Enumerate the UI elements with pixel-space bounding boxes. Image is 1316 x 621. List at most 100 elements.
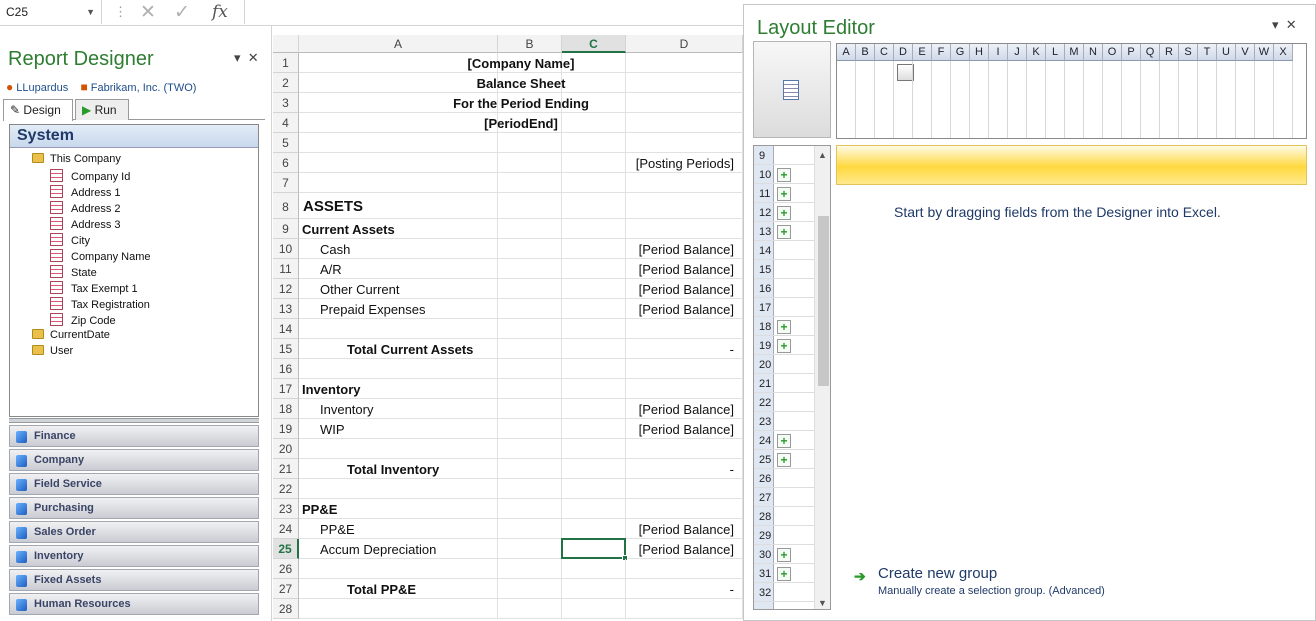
grid-cell[interactable]	[562, 219, 626, 239]
mini-column-header[interactable]: A	[837, 44, 856, 61]
row-list-item[interactable]: 29	[754, 526, 814, 545]
grid-cell[interactable]	[626, 559, 743, 579]
grid-cell[interactable]	[562, 579, 626, 599]
row-header[interactable]: 16	[273, 359, 299, 379]
row-list-item[interactable]: 14	[754, 241, 814, 260]
grid-cell[interactable]	[498, 419, 562, 439]
tree-field[interactable]: Address 3	[50, 217, 121, 231]
grid-cell[interactable]	[562, 439, 626, 459]
row-list-item[interactable]: 25 +	[754, 450, 814, 469]
row-header[interactable]: 3	[273, 93, 299, 113]
tree-folder[interactable]: CurrentDate	[32, 329, 110, 341]
grid-cell[interactable]	[562, 193, 626, 219]
row-header[interactable]: 10	[273, 239, 299, 259]
plus-icon[interactable]: +	[777, 187, 791, 201]
grid-cell[interactable]	[498, 459, 562, 479]
chevron-down-icon[interactable]: ▼	[818, 598, 827, 608]
row-header[interactable]: 14	[273, 319, 299, 339]
row-header[interactable]: 11	[273, 259, 299, 279]
grid-cell[interactable]	[562, 399, 626, 419]
mini-column-header[interactable]: L	[1046, 44, 1065, 61]
tree-field[interactable]: Tax Exempt 1	[50, 281, 138, 295]
grid-cell[interactable]	[626, 173, 743, 193]
tree-folder[interactable]: This Company	[32, 153, 121, 165]
layout-button[interactable]	[753, 41, 831, 138]
row-header[interactable]: 13	[273, 299, 299, 319]
grid-cell[interactable]	[562, 153, 626, 173]
mini-column-header[interactable]: R	[1160, 44, 1179, 61]
fx-icon[interactable]: fx	[212, 2, 228, 22]
grid-cell[interactable]	[498, 399, 562, 419]
chevron-down-icon[interactable]: ▾	[1272, 17, 1279, 32]
grid-cell[interactable]	[299, 319, 498, 339]
mini-column-header[interactable]: V	[1236, 44, 1255, 61]
grid-cell[interactable]	[498, 379, 562, 399]
grid-cell[interactable]	[562, 299, 626, 319]
select-all-corner[interactable]	[273, 35, 299, 53]
name-box[interactable]: C25 ▼	[0, 0, 102, 24]
category-company[interactable]: Company	[9, 449, 259, 471]
mini-column-header[interactable]: S	[1179, 44, 1198, 61]
row-header[interactable]: 12	[273, 279, 299, 299]
grid-cell[interactable]	[562, 279, 626, 299]
drop-zone-bar[interactable]	[836, 145, 1307, 185]
row-list-item[interactable]: 19 +	[754, 336, 814, 355]
grid-cell[interactable]	[498, 299, 562, 319]
grid-cell[interactable]	[562, 133, 626, 153]
grid-cell[interactable]	[299, 479, 498, 499]
grid-cell[interactable]	[498, 133, 562, 153]
row-header[interactable]: 9	[273, 219, 299, 239]
field-tree[interactable]: System This Company Company Id Address 1 Ad…	[9, 124, 259, 417]
row-list-item[interactable]: 22	[754, 393, 814, 412]
category-fixed-assets[interactable]: Fixed Assets	[9, 569, 259, 591]
mini-column-header[interactable]: P	[1122, 44, 1141, 61]
cancel-icon[interactable]: ✕	[140, 1, 156, 24]
row-list-item[interactable]: 28	[754, 507, 814, 526]
row-list-item[interactable]: 20	[754, 355, 814, 374]
grid-cell[interactable]	[498, 193, 562, 219]
grid-cell[interactable]	[299, 439, 498, 459]
grid-cell[interactable]	[498, 173, 562, 193]
row-header[interactable]: 6	[273, 153, 299, 173]
row-header[interactable]: 20	[273, 439, 299, 459]
mini-column-header[interactable]: H	[970, 44, 989, 61]
grid-cell[interactable]	[498, 259, 562, 279]
row-header[interactable]: 18	[273, 399, 299, 419]
row-list-item[interactable]: 27	[754, 488, 814, 507]
row-header[interactable]: 19	[273, 419, 299, 439]
tab-run[interactable]: ▶ Run	[75, 99, 129, 120]
row-header[interactable]: 24	[273, 519, 299, 539]
grid-cell[interactable]	[498, 239, 562, 259]
mini-column-header[interactable]: B	[856, 44, 875, 61]
create-group-link[interactable]: Create new group	[878, 565, 997, 582]
grid-cell[interactable]	[626, 499, 743, 519]
row-list-item[interactable]: 32	[754, 583, 814, 602]
grid-cell[interactable]	[562, 559, 626, 579]
grid-cell[interactable]	[626, 219, 743, 239]
row-header[interactable]: 25	[273, 539, 299, 559]
plus-icon[interactable]: +	[777, 548, 791, 562]
row-list-item[interactable]: 9	[754, 146, 814, 165]
grid-cell[interactable]	[299, 153, 498, 173]
category-human-resources[interactable]: Human Resources	[9, 593, 259, 615]
grid-cell[interactable]	[299, 359, 498, 379]
row-list-item[interactable]: 18 +	[754, 317, 814, 336]
mini-column-header[interactable]: G	[951, 44, 970, 61]
mini-column-header[interactable]: I	[989, 44, 1008, 61]
grid-cell[interactable]	[626, 479, 743, 499]
column-header-b[interactable]: B	[498, 35, 562, 53]
grid-cell[interactable]	[626, 379, 743, 399]
grid-cell[interactable]	[299, 173, 498, 193]
chevron-down-icon[interactable]: ▾	[234, 50, 241, 65]
grid-cell[interactable]	[626, 319, 743, 339]
grid-cell[interactable]	[626, 599, 743, 619]
enter-icon[interactable]: ✓	[174, 1, 190, 24]
close-icon[interactable]: ✕	[248, 50, 259, 65]
row-header[interactable]: 15	[273, 339, 299, 359]
row-header[interactable]: 2	[273, 73, 299, 93]
plus-icon[interactable]: +	[777, 434, 791, 448]
scrollbar[interactable]: ▲ ▼	[814, 146, 830, 609]
tab-design[interactable]: ✎ Design	[3, 99, 73, 121]
row-list-item[interactable]: 31 +	[754, 564, 814, 583]
grid-cell[interactable]	[562, 499, 626, 519]
